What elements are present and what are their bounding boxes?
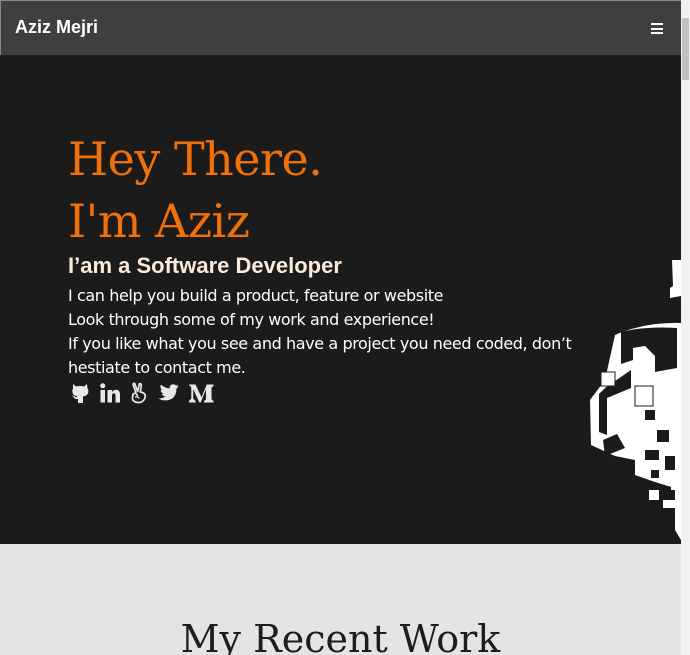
hero-subtitle: I’am a Software Developer [68,253,342,278]
hero-title: Hey There. I'm Aziz [68,128,323,252]
scrollbar-thumb[interactable] [682,18,689,80]
hero-line-3: If you like what you see and have a proj… [68,334,572,377]
social-links [70,382,215,404]
hero-title-line-1: Hey There. [68,132,323,186]
hero-title-line-2: I'm Aziz [68,194,250,248]
twitter-icon[interactable] [157,383,179,403]
github-icon[interactable] [70,382,90,404]
brand-link[interactable]: Aziz Mejri [15,17,98,38]
recent-work-title: My Recent Work [180,617,501,655]
pixel-art-illustration [590,260,681,540]
hamburger-icon[interactable] [651,23,663,34]
linkedin-icon[interactable] [99,382,121,404]
hero-section: Hey There. I'm Aziz I’am a Software Deve… [0,55,681,544]
medium-icon[interactable] [188,382,215,404]
angellist-icon[interactable] [130,382,148,404]
hero-description: I can help you build a product, feature … [68,284,598,380]
scrollbar[interactable] [681,0,690,655]
navbar: Aziz Mejri [0,0,681,55]
hero-line-2: Look through some of my work and experie… [68,310,435,329]
hero-line-1: I can help you build a product, feature … [68,286,444,305]
